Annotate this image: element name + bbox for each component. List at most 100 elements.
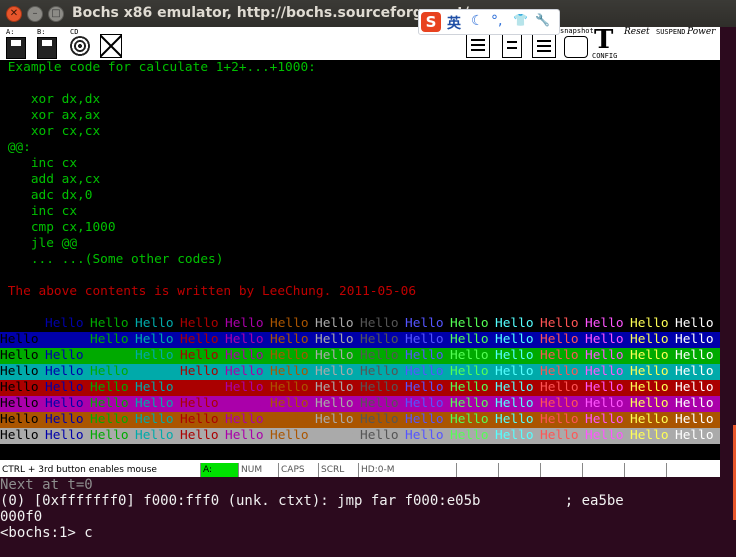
status-blank-2 bbox=[498, 463, 541, 477]
color-test-word: Hello bbox=[270, 348, 309, 363]
color-test-word: Hello bbox=[270, 428, 309, 443]
color-test-word: Hello bbox=[45, 348, 84, 363]
reset-button[interactable]: Reset bbox=[624, 27, 650, 37]
wrench-icon[interactable]: 🔧 bbox=[535, 13, 550, 27]
color-test-word: Hello bbox=[45, 412, 84, 427]
color-test-word: Hello bbox=[450, 412, 489, 427]
color-test-row: Hello Hello Hello Hello Hello Hello Hello Hello… bbox=[0, 396, 720, 412]
color-test-word: Hello bbox=[540, 396, 579, 411]
status-hd: HD:0-M bbox=[358, 463, 457, 477]
color-test-word: Hello bbox=[225, 428, 264, 443]
punctuation-icon[interactable]: °, bbox=[491, 13, 502, 29]
floppy-a-label: A: bbox=[6, 28, 15, 36]
color-test-word: Hello bbox=[315, 396, 354, 411]
color-test-word: Hello bbox=[495, 396, 534, 411]
floppy-disk-icon bbox=[6, 37, 26, 59]
color-test-row: Hello Hello Hello Hello Hello Hello Hello Hello… bbox=[0, 348, 720, 364]
color-test-word: Hello bbox=[675, 428, 714, 443]
color-test-word: Hello bbox=[90, 348, 129, 363]
color-test-word: Hello bbox=[135, 380, 174, 395]
color-test-word: Hello bbox=[225, 380, 264, 395]
sogou-logo-icon[interactable]: S bbox=[421, 12, 441, 32]
moon-icon[interactable]: ☾ bbox=[471, 13, 484, 29]
maximize-button[interactable]: □ bbox=[48, 6, 64, 22]
debugger-terminal[interactable]: Next at t=0 (0) [0xfffffff0] f000:fff0 (u… bbox=[0, 477, 736, 557]
color-test-word: Hello bbox=[360, 380, 399, 395]
color-test-word: Hello bbox=[315, 316, 354, 331]
paste-button[interactable] bbox=[502, 32, 522, 58]
color-test-word: Hello bbox=[360, 364, 399, 379]
status-bar: CTRL + 3rd button enables mouse A: NUM C… bbox=[0, 460, 720, 477]
color-test-word: Hello bbox=[0, 332, 39, 347]
color-test-word: Hello bbox=[495, 428, 534, 443]
status-blank-1 bbox=[456, 463, 499, 477]
color-test-word: Hello bbox=[675, 380, 714, 395]
terminal-line-instruction-cont: 000f0 bbox=[0, 509, 43, 525]
color-test-word: Hello bbox=[45, 364, 84, 379]
config-icon: T bbox=[594, 25, 614, 55]
terminal-prompt[interactable]: <bochs:1> c bbox=[0, 525, 736, 541]
color-test-word: Hello bbox=[540, 412, 579, 427]
screen-text-line: @@: bbox=[0, 140, 31, 155]
color-test-word: Hello bbox=[405, 316, 444, 331]
user-button[interactable] bbox=[532, 32, 556, 58]
shirt-icon[interactable]: 👕 bbox=[513, 13, 528, 27]
color-test-word: Hello bbox=[630, 396, 669, 411]
camera-icon bbox=[564, 36, 588, 58]
color-test-word: Hello bbox=[405, 412, 444, 427]
color-test-word: Hello bbox=[360, 396, 399, 411]
color-test-word: Hello bbox=[90, 364, 129, 379]
color-test-word: Hello bbox=[495, 364, 534, 379]
bochs-toolbar: A: B: CD snapshot T CONFIG Reset SUSPEND… bbox=[0, 27, 720, 60]
status-blank-3 bbox=[540, 463, 583, 477]
color-test-word: Hello bbox=[270, 412, 309, 427]
color-test-word: Hello bbox=[0, 412, 39, 427]
color-test-word: Hello bbox=[315, 332, 354, 347]
color-test-word: Hello bbox=[585, 396, 624, 411]
ime-toolbar[interactable]: S 英 ☾ °, 👕 🔧 bbox=[418, 9, 560, 35]
color-test-word: Hello bbox=[450, 316, 489, 331]
color-test-word: Hello bbox=[675, 412, 714, 427]
color-test-word: Hello bbox=[585, 380, 624, 395]
color-test-word: Hello bbox=[360, 428, 399, 443]
color-test-word: Hello bbox=[675, 364, 714, 379]
color-test-word: Hello bbox=[630, 332, 669, 347]
color-test-word: Hello bbox=[0, 364, 39, 379]
color-test-word: Hello bbox=[495, 332, 534, 347]
color-test-word: Hello bbox=[180, 348, 219, 363]
color-test-word: Hello bbox=[360, 348, 399, 363]
color-test-word: Hello bbox=[405, 428, 444, 443]
boot-disabled-icon bbox=[100, 34, 122, 58]
minimize-button[interactable]: – bbox=[27, 6, 43, 22]
color-test-word: Hello bbox=[675, 332, 714, 347]
color-test-word: Hello bbox=[495, 380, 534, 395]
color-test-row: Hello Hello Hello Hello Hello Hello Hello Hello… bbox=[0, 380, 720, 396]
color-test-word: Hello bbox=[225, 316, 264, 331]
color-test-word: Hello bbox=[45, 428, 84, 443]
color-test-word: Hello bbox=[585, 428, 624, 443]
color-test-word: Hello bbox=[630, 364, 669, 379]
color-test-word: Hello bbox=[90, 316, 129, 331]
color-test-word: Hello bbox=[405, 396, 444, 411]
color-test-word: Hello bbox=[180, 364, 219, 379]
status-scrl: SCRL bbox=[318, 463, 359, 477]
power-button[interactable]: Power bbox=[687, 27, 715, 37]
color-test-word: Hello bbox=[45, 396, 84, 411]
color-test-word: Hello bbox=[90, 428, 129, 443]
color-test-word: Hello bbox=[315, 412, 354, 427]
close-button[interactable]: ✕ bbox=[6, 6, 22, 22]
emulator-screen[interactable]: Example code for calculate 1+2+...+1000:… bbox=[0, 60, 720, 460]
color-test-row: Hello Hello Hello Hello Hello Hello Hello Hello… bbox=[0, 316, 720, 332]
ime-mode-toggle[interactable]: 英 bbox=[447, 13, 461, 33]
color-test-word: Hello bbox=[270, 316, 309, 331]
copy-button[interactable] bbox=[466, 32, 490, 58]
color-test-word: Hello bbox=[360, 332, 399, 347]
color-test-word: Hello bbox=[405, 364, 444, 379]
color-test-row: Hello Hello Hello Hello Hello Hello Hello Hello… bbox=[0, 428, 720, 444]
cdrom-icon bbox=[70, 36, 90, 56]
status-blank-6 bbox=[666, 463, 721, 477]
suspend-button[interactable]: SUSPEND bbox=[656, 28, 686, 36]
color-test-word: Hello bbox=[630, 412, 669, 427]
color-test-word: Hello bbox=[540, 380, 579, 395]
color-test-word: Hello bbox=[225, 396, 264, 411]
